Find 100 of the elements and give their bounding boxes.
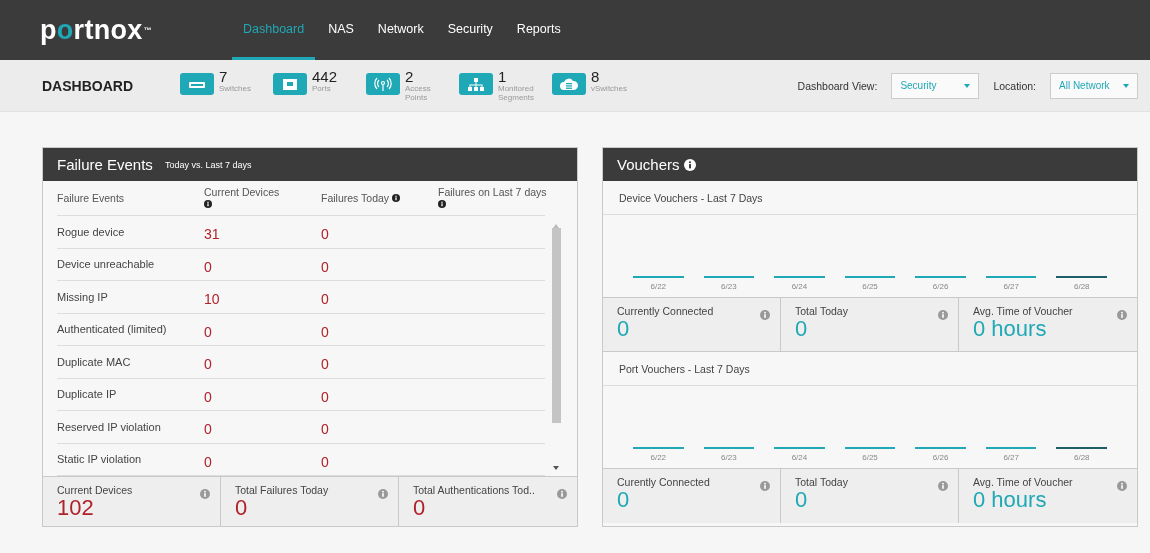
day-label: 6/27 <box>1003 453 1019 462</box>
info-icon <box>1117 310 1127 320</box>
current-devices-count: 0 <box>204 387 213 405</box>
failures-today-count: 0 <box>321 420 330 438</box>
info-icon <box>1117 481 1127 491</box>
failures-today-count: 0 <box>321 257 330 275</box>
current-devices-count: 0 <box>204 452 213 470</box>
current-devices-count: 31 <box>204 225 221 243</box>
stat-value: 2 <box>405 69 415 84</box>
column-header: Failures Today <box>321 192 401 204</box>
antenna-icon <box>366 73 400 95</box>
total-label: Current Devices <box>57 484 133 496</box>
event-name: Authenticated (limited) <box>57 323 168 336</box>
info-icon <box>378 489 388 499</box>
event-name: Device unreachable <box>57 258 156 271</box>
stat-card-label: Currently Connected <box>617 305 714 317</box>
event-name: Reserved IP violation <box>57 420 162 433</box>
info-icon <box>200 489 210 499</box>
nav-tab[interactable]: NAS <box>317 0 365 60</box>
failures-today-count: 0 <box>321 290 330 308</box>
filter-label: Location: <box>993 79 1036 92</box>
section-title: Port Vouchers - Last 7 Days <box>603 352 1137 386</box>
info-icon <box>938 310 948 320</box>
event-name: Missing IP <box>57 290 109 303</box>
total-value: 102 <box>57 496 95 520</box>
stat-value: 442 <box>312 69 339 84</box>
event-name: Duplicate IP <box>57 388 118 401</box>
failures-today-count: 0 <box>321 322 330 340</box>
failures-today-count: 0 <box>321 225 330 243</box>
total-value: 0 <box>413 496 427 520</box>
stat-value: 7 <box>219 69 229 84</box>
panel-subtitle: Today vs. Last 7 days <box>164 159 252 170</box>
caret-icon <box>1123 83 1129 88</box>
stat-value: 8 <box>591 69 601 84</box>
info-icon <box>938 481 948 491</box>
failures-today-count: 0 <box>321 452 330 470</box>
total-label: Total Authentications Tod.. <box>413 484 535 496</box>
stat-card-value: 0 <box>617 488 630 512</box>
stat-label: Switches <box>219 84 252 93</box>
event-name: Rogue device <box>57 225 126 238</box>
nav-tab[interactable]: Network <box>366 0 435 60</box>
stat-card-value: 0 <box>795 317 809 341</box>
stat-label: Access Points <box>405 84 432 102</box>
total-label: Total Failures Today <box>235 484 329 496</box>
event-name: Static IP violation <box>57 453 143 466</box>
stat-value: 1 <box>498 69 508 84</box>
stat-card-value: 0 hours <box>973 488 1048 512</box>
stat-card-label: Curently Connected <box>617 476 710 488</box>
info-icon <box>760 481 770 491</box>
day-label: 6/25 <box>862 282 878 291</box>
info-icon <box>760 310 770 320</box>
stat-card-value: 0 hours <box>973 317 1048 341</box>
day-label: 6/23 <box>721 282 737 291</box>
port-icon <box>273 73 307 95</box>
stat-card-value: 0 <box>795 488 809 512</box>
day-label: 6/23 <box>721 453 737 462</box>
current-devices-count: 0 <box>204 355 213 373</box>
day-label: 6/28 <box>1073 453 1090 462</box>
failures-today-count: 0 <box>321 355 330 373</box>
failures-today-count: 0 <box>321 387 330 405</box>
day-label: 6/27 <box>1003 282 1019 291</box>
day-label: 6/25 <box>862 453 878 462</box>
day-label: 6/26 <box>932 453 949 462</box>
stat-card-label: Total Today <box>795 476 848 488</box>
stat-card-label: Avg. Time of Voucher <box>973 476 1073 488</box>
page-title: DASHBOARD <box>42 77 134 94</box>
hierarchy-icon <box>459 73 493 95</box>
stat-card-value: 0 <box>617 317 630 341</box>
day-label: 6/24 <box>791 453 808 462</box>
day-label: 6/28 <box>1073 282 1090 291</box>
current-devices-count: 10 <box>204 290 221 308</box>
stat-card-label: Avg. Time of Voucher <box>973 305 1073 317</box>
day-label: 6/22 <box>650 453 667 462</box>
caret-icon <box>964 83 971 88</box>
total-value: 0 <box>235 496 249 520</box>
scrollbar[interactable] <box>551 223 561 471</box>
section-title: Device Vouchers - Last 7 Days <box>603 181 1137 215</box>
day-label: 6/26 <box>932 282 949 291</box>
day-label: 6/22 <box>650 282 667 291</box>
day-label: 6/24 <box>791 282 808 291</box>
panel-title: Failure Events <box>57 156 153 173</box>
portnox-logo: portnox$^{™}$ <box>40 13 153 47</box>
panel-title: Vouchers <box>617 156 696 173</box>
filter-label: Dashboard View: <box>797 79 878 92</box>
info-icon <box>683 158 696 171</box>
stat-label: vSwitches <box>591 84 628 93</box>
scroll-down-icon[interactable] <box>553 466 559 471</box>
nav-tab[interactable]: Security <box>436 0 504 60</box>
current-devices-count: 0 <box>204 420 213 438</box>
event-name: Duplicate MAC <box>57 355 132 368</box>
column-header: Current Devices <box>204 186 284 210</box>
nav-tab[interactable]: Reports <box>505 0 572 60</box>
switch-icon <box>180 73 214 95</box>
stat-label: Monitored Segments <box>498 84 536 102</box>
info-icon <box>557 489 567 499</box>
cloud-icon <box>552 73 586 95</box>
stat-label: Ports <box>312 84 332 93</box>
current-devices-count: 0 <box>204 322 213 340</box>
current-devices-count: 0 <box>204 257 213 275</box>
column-header: Failure Events <box>57 192 126 204</box>
